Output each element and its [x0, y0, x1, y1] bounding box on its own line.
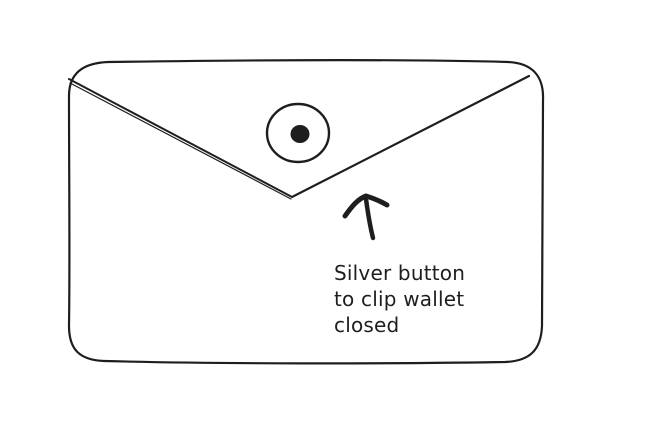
wallet-sketch: [67, 59, 545, 365]
button-annotation: Silver button to clip wallet closed: [334, 260, 534, 338]
annotation-line-1: Silver button: [334, 261, 466, 285]
arrow-up-icon: [342, 193, 390, 241]
annotation-line-3: closed: [334, 313, 400, 337]
flap-left-edge-shadow: [69, 82, 292, 200]
button-center-dot: [290, 125, 310, 143]
annotation-line-2: to clip wallet: [334, 287, 465, 311]
flap-right-edge: [290, 74, 531, 199]
flap-left-edge: [68, 78, 293, 198]
